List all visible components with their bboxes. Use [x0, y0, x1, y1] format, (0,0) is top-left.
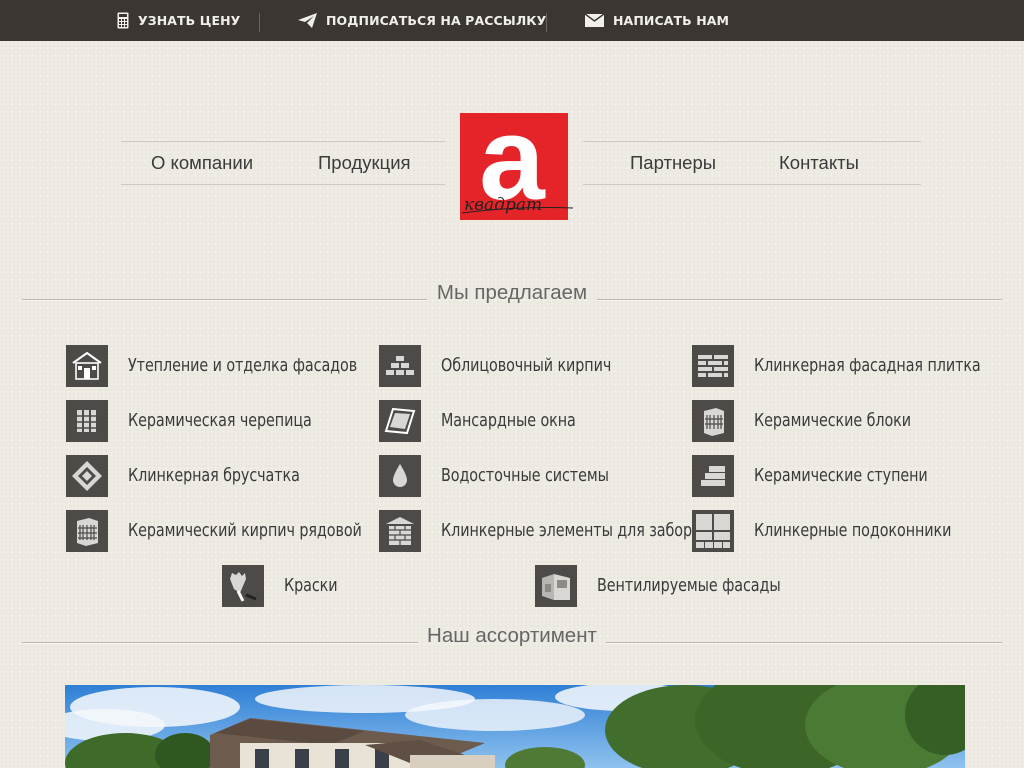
- tile-rows-icon: [692, 345, 734, 387]
- offer-title: Мы предлагаем: [436, 281, 588, 304]
- product-window-sills[interactable]: Клинкерные подоконники: [692, 510, 995, 552]
- roof-tiles-icon: [66, 400, 108, 442]
- product-label: Керамические ступени: [754, 466, 928, 486]
- product-label: Водосточные системы: [441, 466, 609, 486]
- product-label: Керамические блоки: [754, 411, 911, 431]
- brick-pile-icon: [379, 345, 421, 387]
- product-gutter-systems[interactable]: Водосточные системы: [379, 455, 646, 497]
- nav-contacts[interactable]: Контакты: [779, 152, 859, 174]
- fence-element-icon: [379, 510, 421, 552]
- product-label: Мансардные окна: [441, 411, 576, 431]
- water-drop-icon: [379, 455, 421, 497]
- product-label: Керамическая черепица: [128, 411, 312, 431]
- product-label: Облицовочный кирпич: [441, 356, 612, 376]
- section-divider: [22, 299, 427, 301]
- nav-about[interactable]: О компании: [151, 152, 253, 174]
- house-facade-icon: [66, 345, 108, 387]
- product-ceramic-blocks[interactable]: Керамические блоки: [692, 400, 945, 442]
- product-ceramic-steps[interactable]: Керамические ступени: [692, 455, 966, 497]
- nav-partners[interactable]: Партнеры: [630, 152, 716, 174]
- product-clinker-tile[interactable]: Клинкерная фасадная плитка: [692, 345, 1024, 387]
- paper-plane-icon: [298, 13, 317, 28]
- product-ordinary-brick[interactable]: Керамический кирпич рядовой: [66, 510, 413, 552]
- get-price-label: УЗНАТЬ ЦЕНУ: [138, 13, 241, 28]
- nav-divider: [121, 184, 445, 185]
- calculator-icon: [117, 12, 129, 29]
- product-paints[interactable]: Краски: [222, 565, 349, 607]
- ventilated-facade-icon: [535, 565, 577, 607]
- brick-block-icon: [66, 510, 108, 552]
- envelope-icon: [585, 14, 604, 27]
- product-label: Клинкерные элементы для забора: [441, 521, 701, 541]
- steps-icon: [692, 455, 734, 497]
- ceramic-block-icon: [692, 400, 734, 442]
- topbar-divider: [259, 13, 260, 32]
- product-ceramic-roof-tile[interactable]: Керамическая черепица: [66, 400, 352, 442]
- product-roof-windows[interactable]: Мансардные окна: [379, 400, 605, 442]
- svg-text:квадрат: квадрат: [464, 195, 542, 215]
- assortment-title: Наш ассортимент: [427, 624, 597, 647]
- product-facing-brick[interactable]: Облицовочный кирпич: [379, 345, 649, 387]
- topbar-divider: [546, 13, 547, 32]
- product-label: Утепление и отделка фасадов: [128, 356, 358, 376]
- roof-window-icon: [379, 400, 421, 442]
- paint-brush-icon: [222, 565, 264, 607]
- top-bar: УЗНАТЬ ЦЕНУ ПОДПИСАТЬСЯ НА РАССЫЛКУ НАПИ…: [0, 0, 1024, 41]
- product-label: Клинкерная брусчатка: [128, 466, 300, 486]
- get-price-link[interactable]: УЗНАТЬ ЦЕНУ: [117, 0, 240, 41]
- product-label: Краски: [284, 576, 338, 596]
- nav-products[interactable]: Продукция: [318, 152, 411, 174]
- nav-divider: [121, 141, 445, 142]
- nav-divider: [583, 184, 921, 185]
- window-sill-icon: [692, 510, 734, 552]
- company-logo[interactable]: a квадрат: [460, 93, 575, 225]
- paving-stone-icon: [66, 455, 108, 497]
- subscribe-label: ПОДПИСАТЬСЯ НА РАССЫЛКУ: [326, 13, 547, 28]
- product-clinker-paving[interactable]: Клинкерная брусчатка: [66, 455, 338, 497]
- product-label: Клинкерные подоконники: [754, 521, 952, 541]
- section-divider: [22, 642, 418, 644]
- section-divider: [606, 642, 1002, 644]
- subscribe-link[interactable]: ПОДПИСАТЬСЯ НА РАССЫЛКУ: [298, 0, 546, 41]
- write-us-link[interactable]: НАПИСАТЬ НАМ: [585, 0, 729, 41]
- write-us-label: НАПИСАТЬ НАМ: [613, 13, 730, 28]
- product-label: Вентилируемые фасады: [597, 576, 781, 596]
- product-label: Керамический кирпич рядовой: [128, 521, 362, 541]
- product-facade-insulation[interactable]: Утепление и отделка фасадов: [66, 345, 407, 387]
- assortment-photo[interactable]: [65, 685, 965, 768]
- product-label: Клинкерная фасадная плитка: [754, 356, 981, 376]
- nav-divider: [583, 141, 921, 142]
- product-ventilated-facades[interactable]: Вентилируемые фасады: [535, 565, 821, 607]
- section-divider: [597, 299, 1002, 301]
